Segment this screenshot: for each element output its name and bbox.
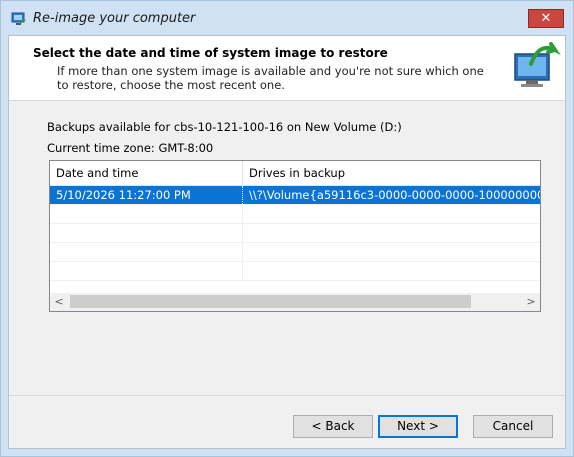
list-header: Date and time Drives in backup xyxy=(50,161,540,186)
horizontal-scrollbar[interactable]: < > xyxy=(50,293,540,311)
table-row[interactable]: 5/10/2026 11:27:00 PM \\?\Volume{a59116c… xyxy=(50,186,540,205)
next-button[interactable]: Next > xyxy=(378,415,458,438)
window-title: Re-image your computer xyxy=(33,11,196,26)
empty-row xyxy=(50,224,540,243)
restore-app-icon xyxy=(11,12,26,25)
column-drives-in-backup[interactable]: Drives in backup xyxy=(243,161,540,185)
cancel-button[interactable]: Cancel xyxy=(473,415,553,438)
page-title: Select the date and time of system image… xyxy=(33,46,388,60)
empty-row xyxy=(50,262,540,281)
timezone-label: Current time zone: GMT-8:00 xyxy=(47,141,214,155)
column-date-and-time[interactable]: Date and time xyxy=(50,161,243,185)
row-date-cell: 5/10/2026 11:27:00 PM xyxy=(50,186,243,204)
dialog-content: Select the date and time of system image… xyxy=(8,35,566,449)
scroll-left-icon[interactable]: < xyxy=(50,293,68,311)
empty-row xyxy=(50,205,540,224)
backups-list[interactable]: Date and time Drives in backup 5/10/2026… xyxy=(49,160,541,312)
empty-row xyxy=(50,243,540,262)
backups-available-label: Backups available for cbs-10-121-100-16 … xyxy=(47,120,402,134)
back-button[interactable]: < Back xyxy=(293,415,373,438)
scrollbar-thumb[interactable] xyxy=(70,295,471,308)
scroll-right-icon[interactable]: > xyxy=(522,293,540,311)
page-description: If more than one system image is availab… xyxy=(57,64,484,92)
footer-divider xyxy=(9,395,565,396)
wizard-header: Select the date and time of system image… xyxy=(9,36,565,101)
system-restore-icon xyxy=(514,42,561,87)
dialog-window: Re-image your computer ✕ Select the date… xyxy=(0,0,574,457)
title-bar[interactable]: Re-image your computer ✕ xyxy=(1,1,573,35)
close-button[interactable]: ✕ xyxy=(528,9,564,28)
row-drives-cell: \\?\Volume{a59116c3-0000-0000-0000-10000… xyxy=(249,188,540,202)
close-icon: ✕ xyxy=(540,11,552,26)
